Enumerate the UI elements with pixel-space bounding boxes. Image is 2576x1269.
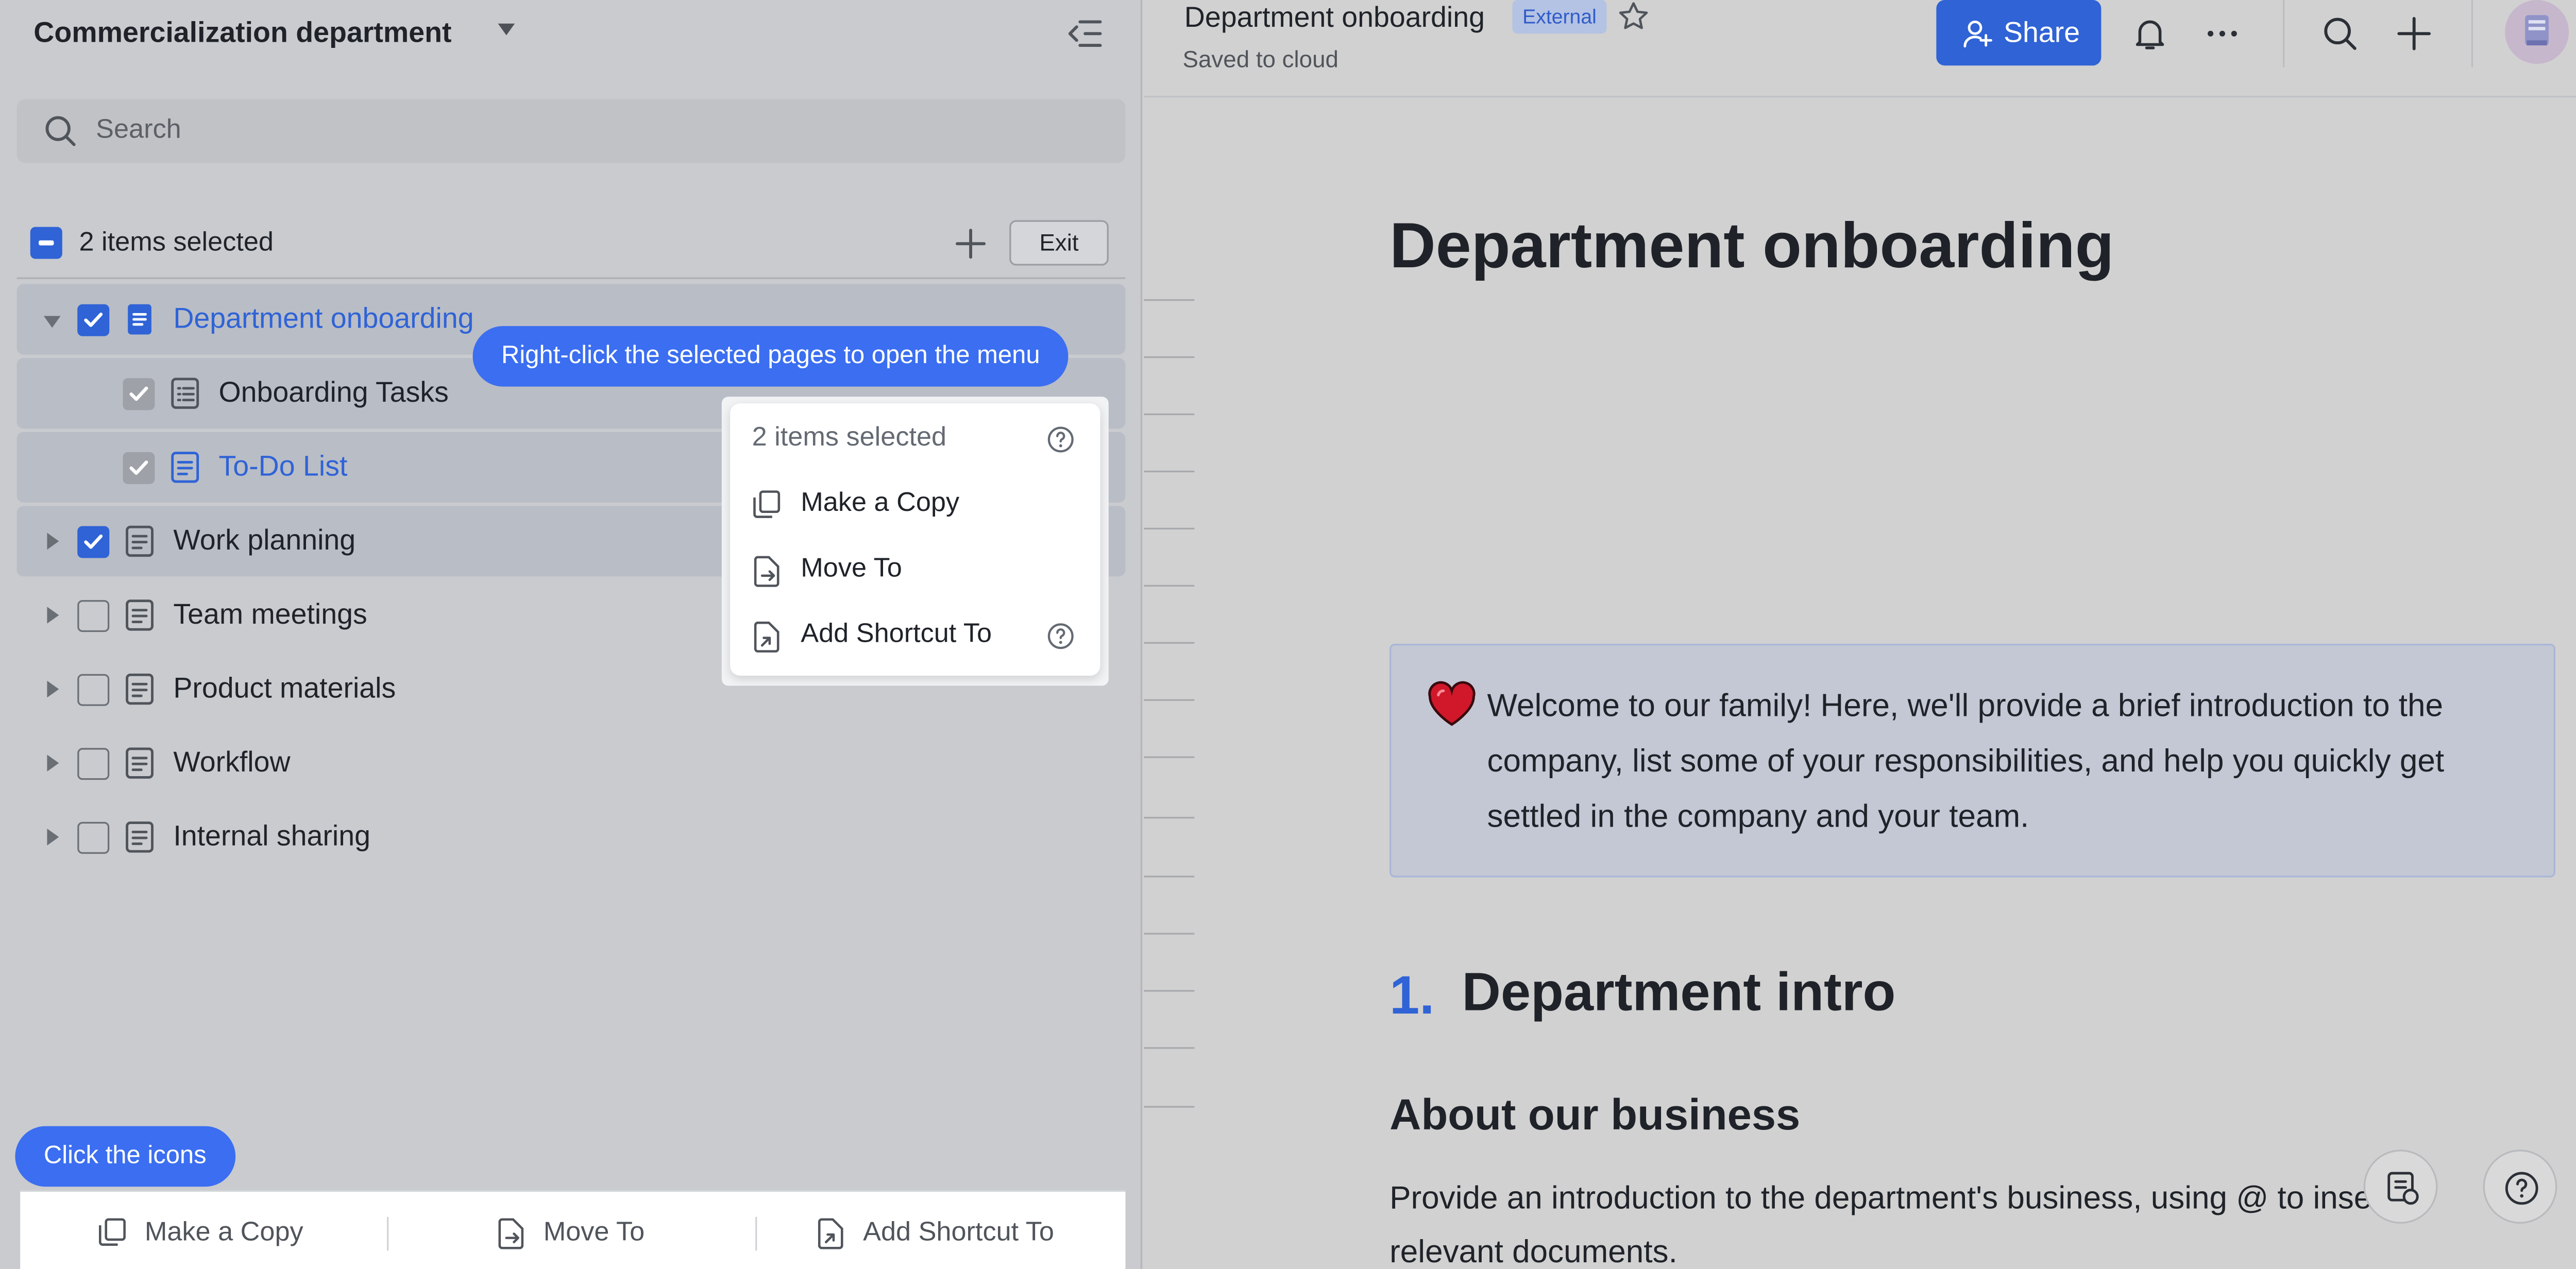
tree-item-internal-sharing[interactable]: Internal sharing: [17, 802, 1126, 872]
expand-arrow-icon[interactable]: [47, 533, 59, 550]
help-icon: [2505, 1172, 2538, 1205]
expand-arrow-icon[interactable]: [47, 754, 59, 771]
save-status: Saved to cloud: [1182, 45, 1338, 73]
help-icon[interactable]: [1046, 425, 1075, 454]
external-tag: External: [1512, 0, 1607, 34]
copy-icon: [98, 1218, 126, 1246]
bottom-action-label: Make a Copy: [144, 1219, 303, 1247]
checkbox[interactable]: [77, 674, 110, 706]
avatar[interactable]: [2505, 0, 2569, 64]
move-icon: [498, 1218, 524, 1249]
bell-icon[interactable]: [2131, 15, 2168, 52]
copy-icon: [753, 490, 781, 518]
help-icon[interactable]: [1046, 622, 1075, 650]
separator: [387, 1216, 389, 1251]
tooltip-right-click: Right-click the selected pages to open t…: [472, 326, 1069, 387]
section-number: 1.: [1389, 965, 1435, 1025]
add-user-icon: [1963, 20, 1992, 48]
add-page-icon[interactable]: [952, 225, 989, 262]
tree-item-label: Onboarding Tasks: [218, 376, 449, 409]
separator: [2471, 0, 2473, 67]
exit-button[interactable]: Exit: [1009, 220, 1109, 266]
selection-count: 2 items selected: [79, 228, 274, 258]
doc-icon: [126, 821, 154, 853]
menu-item-label: Move To: [801, 554, 902, 584]
doc-icon: [171, 452, 199, 483]
doc-icon: [126, 747, 154, 779]
menu-item-make-a-copy[interactable]: Make a Copy: [752, 486, 1089, 526]
bottom-action-label: Add Shortcut To: [863, 1219, 1054, 1247]
tooltip-click-icons: Click the icons: [15, 1126, 235, 1187]
bottom-action-label: Move To: [543, 1219, 645, 1247]
share-button[interactable]: Share: [1936, 0, 2102, 66]
search-placeholder: Search: [96, 116, 181, 145]
comment-icon: [2387, 1172, 2419, 1205]
callout-text: Welcome to our family! Here, we'll provi…: [1487, 689, 2445, 836]
search-icon[interactable]: [2321, 15, 2359, 52]
collapse-sidebar-icon[interactable]: [1066, 17, 1104, 50]
subsection-heading: About our business: [1389, 1089, 1801, 1140]
doc-icon: [128, 304, 151, 335]
checkbox[interactable]: [77, 526, 110, 558]
shortcut-icon: [818, 1218, 843, 1249]
checkbox[interactable]: [77, 600, 110, 632]
separator: [2283, 0, 2285, 67]
workspace-dropdown-icon[interactable]: [498, 23, 515, 36]
workspace-title[interactable]: Commercialization department: [33, 17, 451, 50]
checkbox[interactable]: [123, 378, 155, 410]
search-input[interactable]: [16, 99, 1126, 163]
menu-item-label: Add Shortcut To: [801, 620, 992, 649]
tree-item-label: Team meetings: [173, 598, 367, 630]
move-icon: [754, 556, 779, 587]
doc-icon: [126, 599, 154, 631]
separator: [755, 1216, 757, 1251]
table-icon: [171, 378, 199, 409]
share-label: Share: [2003, 16, 2080, 49]
menu-item-add-shortcut-to[interactable]: Add Shortcut To: [752, 617, 1089, 657]
doc-icon: [126, 525, 154, 557]
tree-item-label: Department onboarding: [173, 302, 474, 335]
expand-arrow-icon[interactable]: [47, 607, 59, 624]
expand-arrow-icon[interactable]: [47, 828, 59, 846]
context-menu-header: 2 items selected: [752, 423, 947, 452]
more-icon[interactable]: [2204, 15, 2241, 52]
divider: [16, 277, 1126, 279]
tree-item-label: To-Do List: [218, 450, 348, 483]
tree-item-label: Internal sharing: [173, 820, 370, 852]
doc-title[interactable]: Department onboarding: [1184, 2, 1485, 35]
search-icon: [45, 116, 76, 146]
star-icon[interactable]: [1617, 0, 1650, 33]
help-button[interactable]: [2483, 1150, 2557, 1224]
outline-ticks[interactable]: [1144, 269, 1195, 1143]
section-heading: Department intro: [1462, 961, 1896, 1022]
document-area: [1144, 0, 2576, 1269]
add-icon[interactable]: [2396, 15, 2433, 52]
comment-button[interactable]: [2363, 1150, 2438, 1224]
tree-item-label: Workflow: [173, 746, 291, 779]
tree-item-workflow[interactable]: Workflow: [17, 728, 1126, 798]
tree-item-label: Work planning: [173, 524, 356, 557]
checkbox[interactable]: [123, 452, 155, 484]
checkbox[interactable]: [77, 748, 110, 780]
menu-item-label: Make a Copy: [801, 489, 960, 518]
doc-heading: Department onboarding: [1389, 212, 2114, 283]
select-all-checkbox[interactable]: [30, 227, 62, 259]
menu-item-move-to[interactable]: Move To: [752, 551, 1089, 591]
checkbox[interactable]: [77, 821, 110, 854]
body-paragraph: Provide an introduction to the departmen…: [1389, 1181, 2392, 1269]
checkbox[interactable]: [77, 304, 110, 336]
expand-arrow-icon[interactable]: [47, 680, 59, 698]
expand-arrow-icon[interactable]: [43, 316, 61, 328]
heart-icon: [1428, 681, 1476, 726]
doc-icon: [126, 673, 154, 705]
tree-item-label: Product materials: [173, 672, 396, 705]
shortcut-icon: [754, 621, 779, 653]
